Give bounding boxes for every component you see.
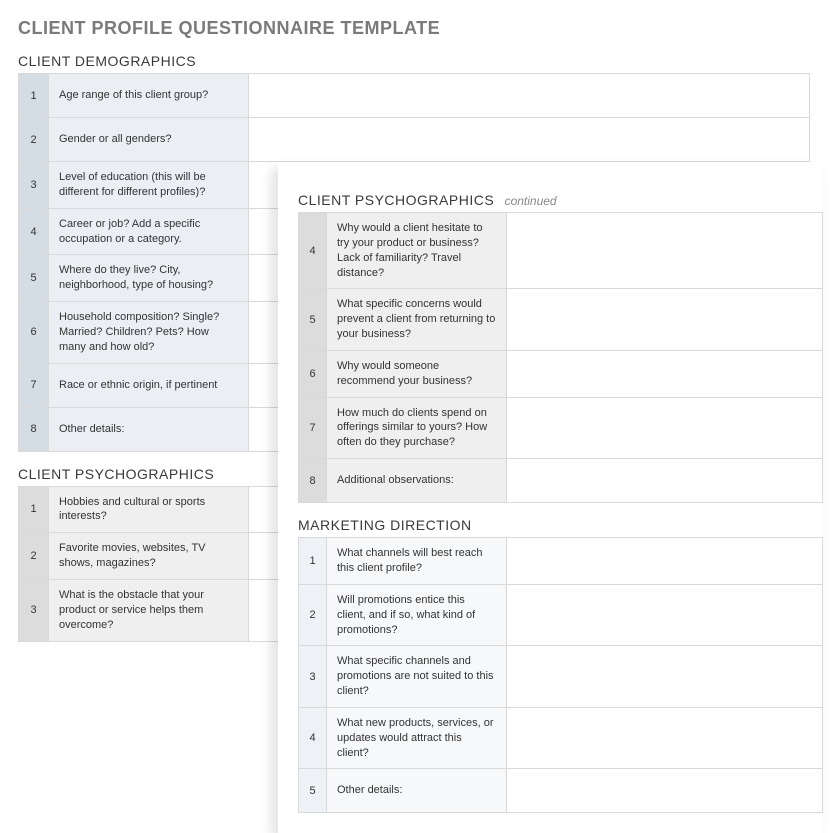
row-num: 2 xyxy=(299,584,327,646)
table-row: 4What new products, services, or updates… xyxy=(299,707,823,769)
continued-label: continued xyxy=(505,194,557,208)
row-num: 6 xyxy=(299,350,327,397)
row-num: 4 xyxy=(19,208,49,255)
row-num: 3 xyxy=(19,579,49,641)
table-row: 3What specific channels and promotions a… xyxy=(299,646,823,708)
row-question: Will promotions entice this client, and … xyxy=(327,584,507,646)
page-2: CLIENT PSYCHOGRAPHICS continued 4Why wou… xyxy=(278,162,823,833)
row-num: 2 xyxy=(19,533,49,580)
row-question: Level of education (this will be differe… xyxy=(49,162,249,209)
row-question: Household composition? Single? Married? … xyxy=(49,302,249,364)
row-answer[interactable] xyxy=(507,289,823,351)
row-num: 8 xyxy=(299,459,327,503)
table-row: 1Age range of this client group? xyxy=(19,74,810,118)
table-row: 5What specific concerns would prevent a … xyxy=(299,289,823,351)
row-question: Career or job? Add a specific occupation… xyxy=(49,208,249,255)
table-row: 5Other details: xyxy=(299,769,823,813)
table-row: 2Gender or all genders? xyxy=(19,118,810,162)
row-question: Why would a client hesitate to try your … xyxy=(327,213,507,289)
row-question: Other details: xyxy=(327,769,507,813)
marketing-table: 1What channels will best reach this clie… xyxy=(298,537,823,813)
row-answer[interactable] xyxy=(507,646,823,708)
row-num: 5 xyxy=(299,769,327,813)
row-num: 7 xyxy=(299,397,327,459)
section-title-demographics: CLIENT DEMOGRAPHICS xyxy=(18,53,810,69)
row-answer[interactable] xyxy=(507,538,823,585)
row-question: What specific channels and promotions ar… xyxy=(327,646,507,708)
row-answer[interactable] xyxy=(249,74,810,118)
row-answer[interactable] xyxy=(249,118,810,162)
row-question: What specific concerns would prevent a c… xyxy=(327,289,507,351)
row-num: 4 xyxy=(299,213,327,289)
row-answer[interactable] xyxy=(507,350,823,397)
row-answer[interactable] xyxy=(507,769,823,813)
row-num: 6 xyxy=(19,302,49,364)
row-question: Gender or all genders? xyxy=(49,118,249,162)
row-question: Favorite movies, websites, TV shows, mag… xyxy=(49,533,249,580)
row-num: 2 xyxy=(19,118,49,162)
table-row: 4Why would a client hesitate to try your… xyxy=(299,213,823,289)
table-row: 8Additional observations: xyxy=(299,459,823,503)
row-num: 4 xyxy=(299,707,327,769)
row-num: 8 xyxy=(19,407,49,451)
row-question: Where do they live? City, neighborhood, … xyxy=(49,255,249,302)
psychographics-cont-table: 4Why would a client hesitate to try your… xyxy=(298,212,823,503)
row-num: 7 xyxy=(19,363,49,407)
row-answer[interactable] xyxy=(507,707,823,769)
row-answer[interactable] xyxy=(507,459,823,503)
row-num: 3 xyxy=(19,162,49,209)
section-title-psychographics-continued: CLIENT PSYCHOGRAPHICS continued xyxy=(298,192,823,208)
section-title-marketing: MARKETING DIRECTION xyxy=(298,517,823,533)
table-row: 1What channels will best reach this clie… xyxy=(299,538,823,585)
row-question: Hobbies and cultural or sports interests… xyxy=(49,486,249,533)
row-num: 5 xyxy=(299,289,327,351)
row-num: 1 xyxy=(19,74,49,118)
row-answer[interactable] xyxy=(507,584,823,646)
row-question: Additional observations: xyxy=(327,459,507,503)
row-answer[interactable] xyxy=(507,397,823,459)
row-question: Race or ethnic origin, if pertinent xyxy=(49,363,249,407)
row-num: 5 xyxy=(19,255,49,302)
section-title-text: CLIENT PSYCHOGRAPHICS xyxy=(298,192,494,208)
table-row: 6Why would someone recommend your busine… xyxy=(299,350,823,397)
table-row: 2Will promotions entice this client, and… xyxy=(299,584,823,646)
row-question: What is the obstacle that your product o… xyxy=(49,579,249,641)
document-title: CLIENT PROFILE QUESTIONNAIRE TEMPLATE xyxy=(18,18,810,39)
row-question: Other details: xyxy=(49,407,249,451)
row-question: Age range of this client group? xyxy=(49,74,249,118)
row-question: Why would someone recommend your busines… xyxy=(327,350,507,397)
row-num: 3 xyxy=(299,646,327,708)
row-answer[interactable] xyxy=(507,213,823,289)
row-question: How much do clients spend on offerings s… xyxy=(327,397,507,459)
row-question: What new products, services, or updates … xyxy=(327,707,507,769)
row-num: 1 xyxy=(299,538,327,585)
row-num: 1 xyxy=(19,486,49,533)
table-row: 7How much do clients spend on offerings … xyxy=(299,397,823,459)
row-question: What channels will best reach this clien… xyxy=(327,538,507,585)
